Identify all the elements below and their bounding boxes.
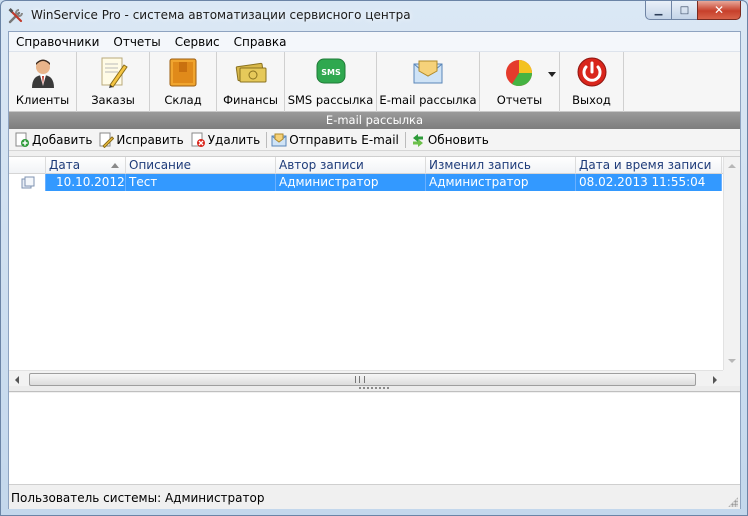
menu-help[interactable]: Справка — [227, 32, 294, 52]
minimize-button[interactable]: ▁ — [645, 1, 671, 20]
edit-button[interactable]: Исправить — [96, 130, 187, 150]
app-window: WinService Pro - система автоматизации с… — [0, 0, 748, 516]
send-email-icon — [271, 133, 287, 146]
tools-app-icon — [8, 8, 23, 24]
resize-grip-icon[interactable] — [728, 497, 738, 507]
menu-reports[interactable]: Отчеты — [106, 32, 167, 52]
clients-button[interactable]: Клиенты — [9, 52, 77, 112]
orders-label: Заказы — [91, 93, 135, 107]
refresh-icon — [412, 133, 423, 147]
scroll-down-icon[interactable] — [728, 359, 736, 363]
status-bar: Пользователь системы: Администратор — [9, 487, 740, 509]
exit-button[interactable]: Выход — [560, 52, 624, 112]
header-description[interactable]: Описание — [126, 157, 276, 174]
header-author[interactable]: Автор записи — [276, 157, 426, 174]
horizontal-scrollbar[interactable] — [9, 370, 723, 387]
reports-label: Отчеты — [496, 93, 543, 107]
record-pointer-icon — [21, 176, 35, 189]
exit-label: Выход — [572, 93, 611, 107]
sms-mailing-button[interactable]: SMS SMS рассылка — [285, 52, 377, 112]
user-icon — [31, 59, 54, 88]
row-indicator — [9, 174, 46, 191]
close-button[interactable]: ✕ — [697, 1, 741, 20]
main-toolbar: Клиенты Заказы Склад Финансы SMS SMS рас… — [9, 52, 740, 112]
section-title: E-mail рассылка — [9, 112, 740, 129]
header-date[interactable]: Дата — [46, 157, 126, 174]
email-toolbar: Добавить Исправить Удалить Отправить E-m… — [9, 129, 740, 151]
client-area: Справочники Отчеты Сервис Справка Клиент… — [8, 31, 741, 509]
cell-description: Тест — [126, 174, 276, 191]
toolbar-separator — [404, 131, 406, 148]
refresh-label: Обновить — [427, 132, 489, 147]
warehouse-button[interactable]: Склад — [150, 52, 217, 112]
edit-icon — [99, 132, 115, 148]
scroll-left-icon[interactable] — [15, 376, 19, 384]
menu-bar: Справочники Отчеты Сервис Справка — [9, 32, 740, 52]
envelope-icon — [413, 60, 443, 84]
reports-button[interactable]: Отчеты — [480, 52, 560, 112]
table-row[interactable]: 10.10.2012 Тест Администратор Администра… — [9, 174, 740, 191]
scroll-thumb[interactable] — [29, 373, 696, 386]
pie-chart-icon — [505, 60, 532, 87]
document-pencil-icon — [101, 57, 128, 88]
detail-panel — [9, 393, 740, 485]
power-icon — [577, 57, 606, 87]
panel-splitter[interactable] — [9, 386, 740, 392]
splitter-grip-icon — [359, 387, 389, 389]
minimize-icon: ▁ — [654, 4, 663, 16]
edit-label: Исправить — [116, 132, 184, 147]
grid-header: Дата Описание Автор записи Изменил запис… — [9, 157, 740, 174]
maximize-icon: □ — [679, 4, 690, 16]
cell-date: 10.10.2012 — [46, 174, 126, 191]
header-modified-by[interactable]: Изменил запись — [426, 157, 576, 174]
email-mailing-button[interactable]: E-mail рассылка — [377, 52, 480, 112]
sms-icon-text: SMS — [321, 68, 341, 77]
scroll-right-icon[interactable] — [713, 376, 717, 384]
finance-button[interactable]: Финансы — [217, 52, 285, 112]
header-datetime[interactable]: Дата и время записи — [576, 157, 722, 174]
vertical-scrollbar[interactable] — [723, 157, 740, 370]
caption-buttons: ▁ □ ✕ — [645, 1, 741, 20]
scroll-corner — [723, 370, 740, 387]
scroll-up-icon[interactable] — [728, 164, 736, 168]
window-title: WinService Pro - система автоматизации с… — [31, 8, 411, 22]
delete-button[interactable]: Удалить — [188, 130, 265, 150]
close-icon: ✕ — [713, 3, 725, 17]
money-icon — [235, 62, 266, 83]
cell-modified-by: Администратор — [426, 174, 576, 191]
menu-service[interactable]: Сервис — [168, 32, 227, 52]
reports-dropdown-arrow-icon[interactable] — [548, 72, 556, 77]
send-email-label: Отправить E-mail — [289, 132, 399, 147]
send-email-button[interactable]: Отправить E-mail — [269, 130, 403, 150]
sms-icon: SMS — [316, 58, 345, 84]
orders-button[interactable]: Заказы — [77, 52, 150, 112]
finance-label: Финансы — [223, 93, 278, 107]
box-icon — [169, 58, 197, 87]
add-label: Добавить — [32, 132, 93, 147]
clients-label: Клиенты — [15, 93, 70, 107]
header-indicator — [9, 157, 46, 174]
toolbar-separator — [266, 131, 268, 148]
title-bar[interactable]: WinService Pro - система автоматизации с… — [1, 1, 747, 31]
email-mailing-label: E-mail рассылка — [379, 93, 477, 107]
delete-icon — [191, 132, 205, 147]
grip-icon — [355, 376, 365, 383]
add-button[interactable]: Добавить — [12, 130, 96, 150]
status-text: Пользователь системы: Администратор — [11, 491, 265, 505]
sms-mailing-label: SMS рассылка — [287, 93, 374, 107]
cell-author: Администратор — [276, 174, 426, 191]
cell-datetime: 08.02.2013 11:55:04 — [576, 174, 722, 191]
delete-label: Удалить — [207, 132, 261, 147]
menu-directories[interactable]: Справочники — [9, 32, 106, 52]
refresh-button[interactable]: Обновить — [408, 130, 493, 150]
maximize-button[interactable]: □ — [671, 1, 697, 20]
add-icon — [15, 132, 29, 147]
warehouse-label: Склад — [164, 93, 202, 107]
sort-ascending-icon — [111, 163, 119, 168]
email-grid: Дата Описание Автор записи Изменил запис… — [9, 156, 740, 387]
header-date-label: Дата — [49, 158, 81, 172]
